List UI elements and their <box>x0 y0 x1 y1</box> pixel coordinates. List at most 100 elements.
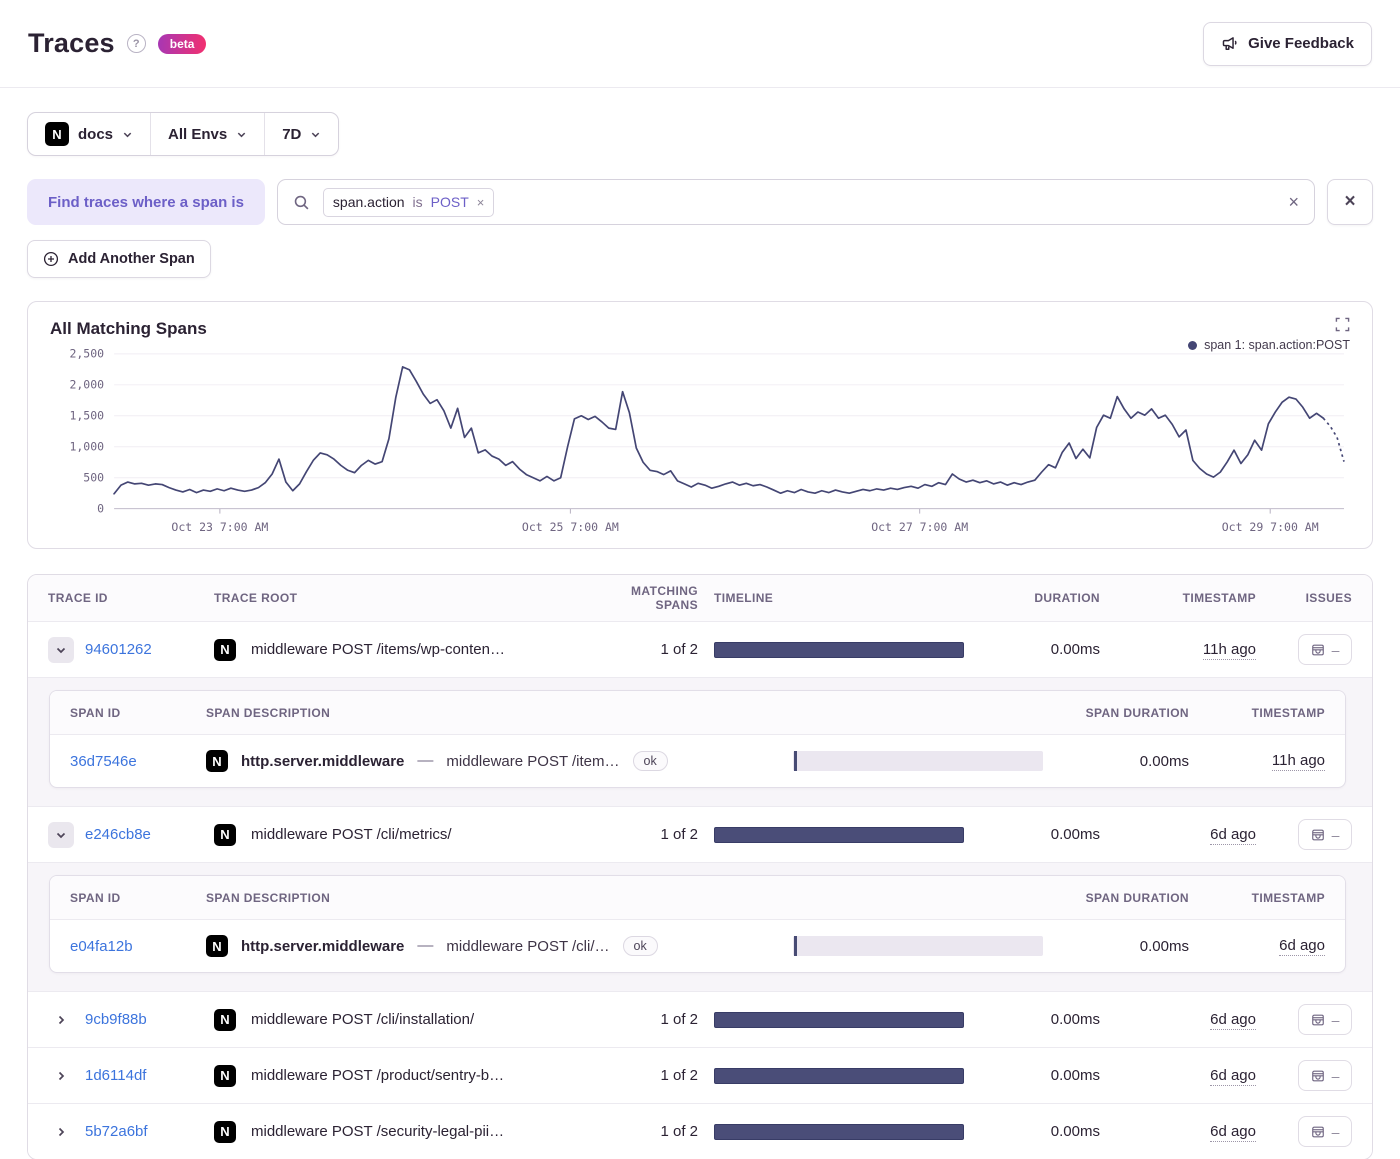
issues-button[interactable]: – <box>1298 1004 1352 1035</box>
svg-text:Oct 27 7:00 AM: Oct 27 7:00 AM <box>871 520 968 534</box>
timeline-bar[interactable] <box>714 641 964 658</box>
trace-id-link[interactable]: 94601262 <box>85 641 152 658</box>
span-row: 36d7546e N http.server.middleware — midd… <box>50 735 1345 787</box>
issue-icon <box>1311 644 1324 655</box>
filter-token[interactable]: span.action is POST × <box>322 187 495 217</box>
trace-row: e246cb8e N middleware POST /cli/metrics/… <box>28 806 1372 862</box>
page-filter-bar: N docs All Envs 7D <box>27 112 340 156</box>
add-another-span-label: Add Another Span <box>68 251 195 267</box>
trace-id-link[interactable]: 5b72a6bf <box>85 1123 148 1140</box>
issues-empty-dash: – <box>1331 1011 1340 1028</box>
project-filter[interactable]: N docs <box>28 113 150 155</box>
add-another-span-button[interactable]: Add Another Span <box>27 240 211 278</box>
expand-chevron-button[interactable] <box>48 1063 74 1089</box>
svg-text:Oct 23 7:00 AM: Oct 23 7:00 AM <box>171 520 268 534</box>
timestamp-value[interactable]: 6d ago <box>1210 1010 1256 1030</box>
remove-span-filter-button[interactable]: × <box>1327 179 1373 225</box>
timestamp-value[interactable]: 6d ago <box>1210 825 1256 845</box>
col-issues: Issues <box>1305 591 1352 605</box>
expanded-span-section: Span ID Span Description Span Duration T… <box>28 862 1372 991</box>
chevron-down-icon <box>58 1015 65 1024</box>
all-matching-spans-panel: All Matching Spans span 1: span.action:P… <box>27 301 1373 549</box>
timestamp-value[interactable]: 11h ago <box>1202 640 1256 660</box>
help-icon[interactable]: ? <box>126 34 146 53</box>
trace-rows: 94601262 N middleware POST /items/wp-con… <box>28 621 1372 1159</box>
chevron-down-icon <box>312 132 320 137</box>
issues-button[interactable]: – <box>1298 1116 1352 1147</box>
give-feedback-label: Give Feedback <box>1248 35 1354 52</box>
span-description-label: middleware POST /cli/… <box>446 937 610 955</box>
page-title: Traces <box>28 28 115 58</box>
span-id-link[interactable]: 36d7546e <box>70 753 190 770</box>
nextjs-project-icon: N <box>206 750 228 772</box>
span-id-link[interactable]: e04fa12b <box>70 938 190 955</box>
project-filter-label: docs <box>78 125 114 143</box>
span-timestamp-value[interactable]: 11h ago <box>1271 752 1325 771</box>
span-timeline-bar[interactable] <box>793 936 1043 956</box>
trace-id-link[interactable]: 1d6114df <box>85 1067 146 1084</box>
expand-chevron-button[interactable] <box>48 636 74 663</box>
matching-spans-value: 1 of 2 <box>660 1011 698 1028</box>
environment-filter[interactable]: All Envs <box>150 113 264 155</box>
svg-text:0: 0 <box>97 502 104 516</box>
chevron-down-icon <box>56 647 66 653</box>
nextjs-project-icon: N <box>214 1008 236 1031</box>
svg-text:Oct 25 7:00 AM: Oct 25 7:00 AM <box>522 520 619 534</box>
give-feedback-button[interactable]: Give Feedback <box>1203 21 1372 66</box>
expand-chevron-button[interactable] <box>48 821 74 848</box>
spans-chart[interactable]: 0 500 1,000 1,500 2,000 2,500 Oct 23 7:00 AM Oc… <box>50 346 1350 542</box>
trace-root-label: middleware POST /security-legal-pii… <box>251 1123 505 1140</box>
col-timestamp: Timestamp <box>1182 591 1256 605</box>
clear-search-icon[interactable]: × <box>1288 192 1299 213</box>
trace-id-link[interactable]: 9cb9f88b <box>85 1011 147 1028</box>
find-traces-label: Find traces where a span is <box>27 179 265 225</box>
token-value: POST <box>430 194 469 210</box>
timeline-bar[interactable] <box>714 1123 964 1140</box>
megaphone-icon <box>1222 36 1237 50</box>
timeline-bar[interactable] <box>714 1067 964 1084</box>
expand-chevron-button[interactable] <box>48 1119 74 1145</box>
plus-circle-icon <box>43 251 59 267</box>
issues-button[interactable]: – <box>1298 819 1352 850</box>
col-span-timestamp: Timestamp <box>1251 890 1325 905</box>
fullscreen-icon[interactable] <box>1335 317 1350 332</box>
token-remove-icon[interactable]: × <box>477 195 485 210</box>
col-span-timestamp: Timestamp <box>1251 705 1325 720</box>
col-span-id: Span ID <box>70 705 121 720</box>
col-span-duration: Span Duration <box>1085 890 1189 905</box>
expand-chevron-button[interactable] <box>48 1007 74 1033</box>
duration-value: 0.00ms <box>1050 641 1100 658</box>
span-duration-value: 0.00ms <box>1139 752 1189 770</box>
span-search-input[interactable]: span.action is POST × × <box>276 179 1315 225</box>
span-status-badge: ok <box>632 751 668 771</box>
timeline-bar[interactable] <box>714 1011 964 1028</box>
trace-id-link[interactable]: e246cb8e <box>85 826 151 843</box>
col-span-description: Span Description <box>206 705 331 720</box>
chart-legend: span 1: span.action:POST <box>1188 338 1350 352</box>
issues-button[interactable]: – <box>1298 634 1352 665</box>
chevron-down-icon <box>58 1127 65 1136</box>
page-header: Traces ? beta Give Feedback <box>0 0 1400 88</box>
col-matching-spans: Matching Spans <box>631 584 698 612</box>
span-timestamp-value[interactable]: 6d ago <box>1279 937 1325 956</box>
trace-row: 5b72a6bf N middleware POST /security-leg… <box>28 1103 1372 1159</box>
legend-dot <box>1188 340 1198 350</box>
trace-root-label: middleware POST /cli/installation/ <box>251 1011 475 1028</box>
chevron-down-icon <box>123 132 132 137</box>
issues-button[interactable]: – <box>1298 1060 1352 1091</box>
col-trace-root: Trace Root <box>214 591 298 605</box>
svg-text:Oct 29 7:00 AM: Oct 29 7:00 AM <box>1222 520 1319 534</box>
chevron-down-icon <box>56 832 66 838</box>
duration-value: 0.00ms <box>1050 1067 1100 1084</box>
date-range-label: 7D <box>282 125 302 143</box>
timestamp-value[interactable]: 6d ago <box>1210 1066 1256 1086</box>
span-op-label: http.server.middleware <box>241 937 405 955</box>
span-duration-value: 0.00ms <box>1139 937 1189 955</box>
date-range-filter[interactable]: 7D <box>264 113 338 155</box>
span-timeline-bar[interactable] <box>793 751 1043 771</box>
duration-value: 0.00ms <box>1050 1123 1100 1140</box>
trace-row: 1d6114df N middleware POST /product/sent… <box>28 1047 1372 1103</box>
trace-root-label: middleware POST /cli/metrics/ <box>251 826 452 843</box>
timestamp-value[interactable]: 6d ago <box>1210 1122 1256 1142</box>
timeline-bar[interactable] <box>714 826 964 843</box>
